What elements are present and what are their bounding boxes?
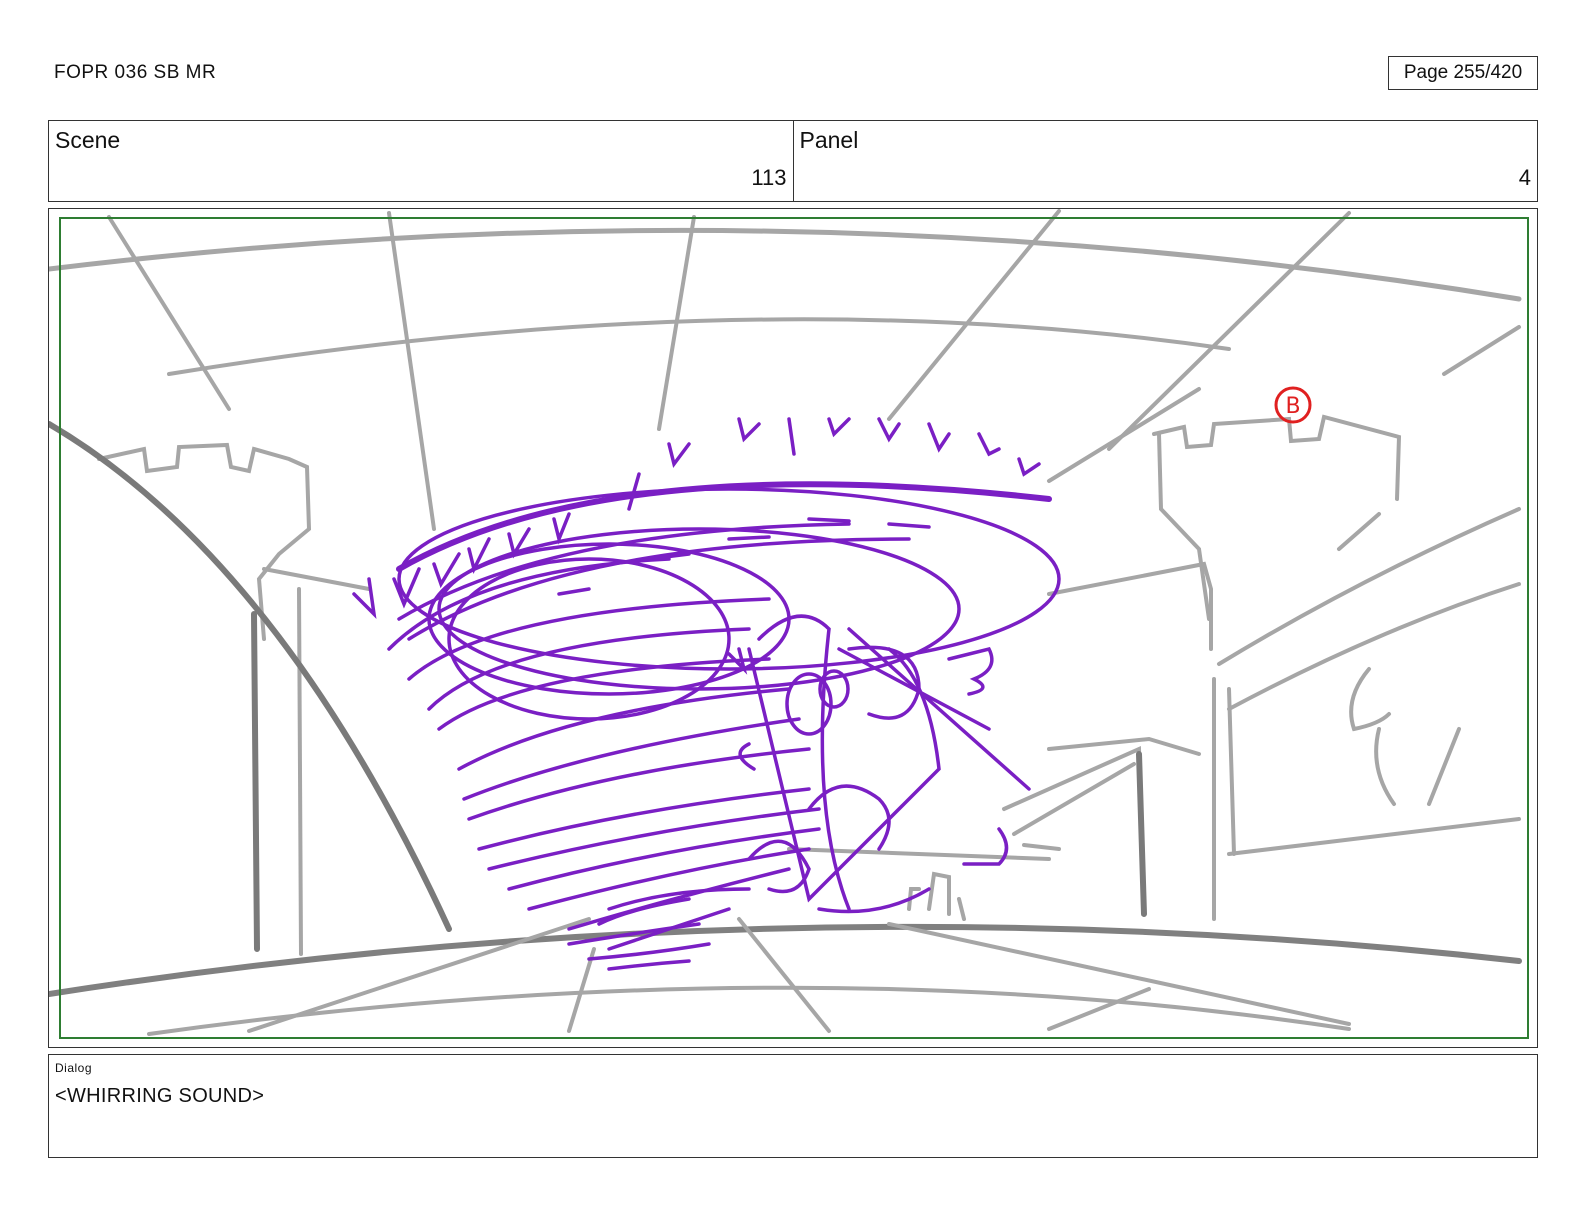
panel-cell: Panel 4 bbox=[792, 121, 1538, 201]
character-spin-sketch bbox=[352, 417, 1061, 971]
scene-panel-info: Scene 113 Panel 4 bbox=[48, 120, 1538, 202]
scene-label: Scene bbox=[55, 127, 121, 153]
marker-b: B bbox=[1274, 386, 1312, 424]
page-number: Page 255/420 bbox=[1403, 62, 1523, 83]
storyboard-sketch: B bbox=[49, 209, 1522, 1036]
dialog-text: <WHIRRING SOUND> bbox=[55, 1085, 265, 1107]
dialog-label: Dialog bbox=[55, 1061, 93, 1075]
document-title: FOPR 036 SB MR bbox=[54, 62, 217, 83]
panel-number: 4 bbox=[1518, 165, 1531, 190]
scene-cell: Scene 113 bbox=[49, 121, 793, 201]
panel-label: Panel bbox=[799, 127, 859, 153]
page-number-box: Page 255/420 bbox=[1388, 56, 1538, 90]
storyboard-panel: B bbox=[48, 208, 1538, 1048]
dialog-box: Dialog <WHIRRING SOUND> bbox=[48, 1054, 1538, 1158]
marker-letter: B bbox=[1285, 394, 1300, 419]
scene-number: 113 bbox=[751, 165, 787, 190]
